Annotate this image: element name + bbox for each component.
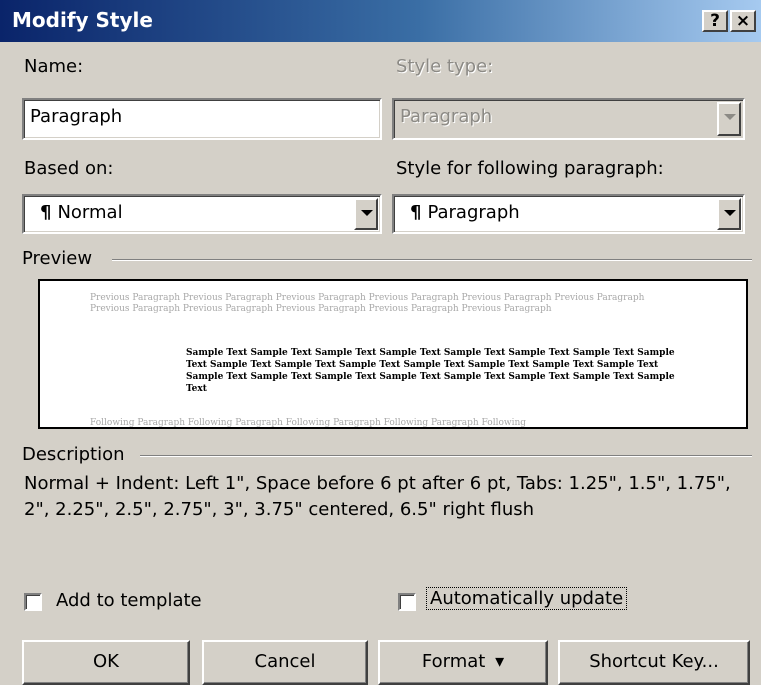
preview-box: Previous Paragraph Previous Paragraph Pr… [38, 279, 748, 429]
style-type-select: Paragraph [392, 98, 745, 140]
style-type-dropdown-arrow-icon [717, 102, 741, 136]
following-style-label: Style for following paragraph: [396, 158, 664, 179]
menu-arrow-icon: ▾ [495, 651, 505, 672]
name-value: Paragraph [30, 106, 123, 127]
description-label: Description [22, 444, 125, 465]
ok-button[interactable]: OK [22, 640, 190, 685]
window-title: Modify Style [12, 8, 153, 32]
help-button[interactable]: ? [702, 10, 728, 32]
format-button[interactable]: Format ▾ [378, 640, 548, 685]
shortcut-key-button[interactable]: Shortcut Key... [558, 640, 750, 685]
based-on-select[interactable]: ¶ Normal [22, 194, 382, 234]
auto-update-checkbox[interactable] [398, 593, 416, 611]
based-on-value: Normal [57, 202, 123, 223]
name-label: Name: [24, 56, 84, 77]
title-bar: Modify Style ? × [0, 0, 761, 42]
based-on-label: Based on: [24, 158, 114, 179]
preview-following-paragraph: Following Paragraph Following Paragraph … [90, 418, 527, 428]
preview-sample-text: Sample Text Sample Text Sample Text Samp… [186, 348, 675, 394]
preview-previous-paragraph: Previous Paragraph Previous Paragraph Pr… [90, 293, 645, 314]
based-on-dropdown-arrow-icon[interactable] [354, 198, 378, 230]
following-style-dropdown-arrow-icon[interactable] [717, 198, 741, 230]
add-to-template-checkbox[interactable] [24, 593, 42, 611]
name-field[interactable]: Paragraph [22, 98, 382, 140]
description-group-line [140, 455, 752, 457]
description-text: Normal + Indent: Left 1", Space before 6… [24, 473, 731, 520]
style-type-label: Style type: [396, 56, 494, 77]
auto-update-label[interactable]: Automatically update [426, 587, 628, 610]
add-to-template-label[interactable]: Add to template [56, 590, 202, 611]
close-button[interactable]: × [730, 10, 756, 32]
preview-label: Preview [22, 248, 93, 269]
cancel-button[interactable]: Cancel [202, 640, 368, 685]
pilcrow-icon: ¶ [40, 202, 52, 223]
style-type-value: Paragraph [400, 106, 493, 127]
following-style-select[interactable]: ¶ Paragraph [392, 194, 745, 234]
auto-update-label-text: Automatically update [426, 587, 628, 610]
preview-group-line [112, 259, 752, 261]
format-button-label: Format [421, 651, 486, 672]
pilcrow-icon: ¶ [410, 202, 422, 223]
following-style-value: Paragraph [427, 202, 520, 223]
